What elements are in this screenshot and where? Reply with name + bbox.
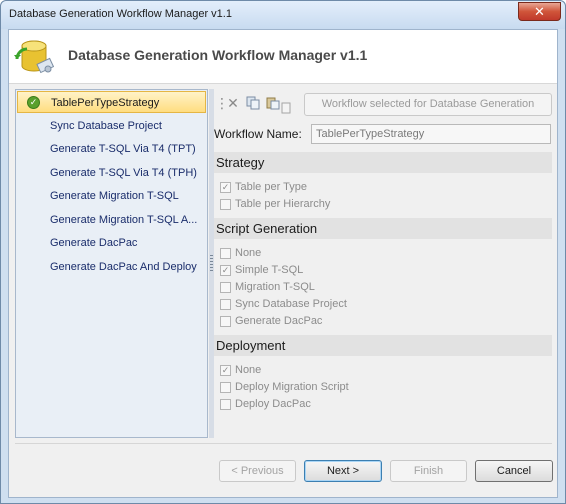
step-generate-dacpac[interactable]: Generate DacPac xyxy=(17,232,206,254)
step-label: Sync Database Project xyxy=(50,120,162,132)
database-icon xyxy=(14,40,54,74)
step-label: Generate T-SQL Via T4 (TPT) xyxy=(50,143,196,155)
check-icon: ✓ xyxy=(27,96,40,109)
deployment-none-checkbox[interactable]: ✓ None xyxy=(220,362,261,378)
script-sync-database-project-checkbox[interactable]: Sync Database Project xyxy=(220,296,347,312)
script-none-checkbox[interactable]: None xyxy=(220,245,261,261)
previous-button[interactable]: < Previous xyxy=(219,460,296,482)
step-table-per-type-strategy[interactable]: ✓ TablePerTypeStrategy xyxy=(17,91,206,113)
checkbox-label: Generate DacPac xyxy=(235,315,323,327)
step-generate-migration-tsql[interactable]: Generate Migration T-SQL xyxy=(17,185,206,207)
step-generate-migration-tsql-and-deploy[interactable]: Generate Migration T-SQL A... xyxy=(17,209,206,231)
checkbox-box xyxy=(220,298,231,310)
deployment-migration-script-checkbox[interactable]: Deploy Migration Script xyxy=(220,379,349,395)
step-generate-dacpac-and-deploy[interactable]: Generate DacPac And Deploy xyxy=(17,256,206,278)
checkbox-label: Deploy DacPac xyxy=(235,398,311,410)
step-label: Generate DacPac xyxy=(50,237,138,249)
step-generate-tsql-tpt[interactable]: Generate T-SQL Via T4 (TPT) xyxy=(17,138,206,160)
window-title: Database Generation Workflow Manager v1.… xyxy=(9,8,232,20)
checkbox-box xyxy=(220,281,231,293)
workflow-name-label: Workflow Name: xyxy=(214,127,302,141)
workflow-selected-button[interactable]: Workflow selected for Database Generatio… xyxy=(304,93,552,116)
checkbox-label: Simple T-SQL xyxy=(235,264,304,276)
checkbox-box: ✓ xyxy=(220,181,231,193)
dialog-window: Database Generation Workflow Manager v1.… xyxy=(0,0,566,504)
checkbox-box xyxy=(220,247,231,259)
workflow-name-field[interactable]: TablePerTypeStrategy xyxy=(311,124,551,144)
delete-icon[interactable]: ✕ xyxy=(225,95,241,111)
script-simple-tsql-checkbox[interactable]: ✓ Simple T-SQL xyxy=(220,262,303,278)
dialog-client: Database Generation Workflow Manager v1.… xyxy=(8,29,558,498)
checkbox-box xyxy=(220,398,231,410)
checkbox-box xyxy=(220,381,231,393)
step-label: Generate Migration T-SQL A... xyxy=(50,214,198,226)
step-label: Generate DacPac And Deploy xyxy=(50,261,197,273)
strategy-table-per-type-checkbox[interactable]: ✓ Table per Type xyxy=(220,179,307,195)
finish-button[interactable]: Finish xyxy=(390,460,467,482)
deployment-dacpac-checkbox[interactable]: Deploy DacPac xyxy=(220,396,311,412)
checkbox-label: Deploy Migration Script xyxy=(235,381,349,393)
next-button[interactable]: Next > xyxy=(304,460,382,482)
title-bar[interactable]: Database Generation Workflow Manager v1.… xyxy=(1,1,565,29)
header-title: Database Generation Workflow Manager v1.… xyxy=(68,47,368,63)
copy-icon[interactable] xyxy=(245,95,261,111)
checkbox-box xyxy=(220,315,231,327)
close-button[interactable]: ✕ xyxy=(518,2,561,21)
splitter-grip[interactable] xyxy=(210,255,213,273)
close-icon: ✕ xyxy=(534,3,545,19)
checkbox-label: Table per Type xyxy=(235,181,307,193)
checkbox-label: None xyxy=(235,364,262,376)
script-generate-dacpac-checkbox[interactable]: Generate DacPac xyxy=(220,313,322,329)
header-banner: Database Generation Workflow Manager v1.… xyxy=(9,30,557,84)
strategy-section-header: Strategy xyxy=(214,152,552,173)
checkbox-box: ✓ xyxy=(220,364,231,376)
step-label: Generate Migration T-SQL xyxy=(50,190,179,202)
deployment-section-header: Deployment xyxy=(214,335,552,356)
script-generation-section-header: Script Generation xyxy=(214,218,552,239)
checkbox-box: ✓ xyxy=(220,264,231,276)
step-label: Generate T-SQL Via T4 (TPH) xyxy=(50,167,197,179)
step-sync-database-project[interactable]: Sync Database Project xyxy=(17,115,206,137)
checkbox-label: None xyxy=(235,247,262,259)
checkbox-label: Sync Database Project xyxy=(235,298,347,310)
panel-splitter[interactable] xyxy=(209,89,214,438)
script-migration-tsql-checkbox[interactable]: Migration T-SQL xyxy=(220,279,315,295)
step-label: TablePerTypeStrategy xyxy=(51,97,160,109)
checkbox-label: Migration T-SQL xyxy=(235,281,315,293)
toolbar: ⋮ ✕ xyxy=(214,92,291,116)
paste-icon[interactable] xyxy=(265,95,281,111)
cancel-button[interactable]: Cancel xyxy=(475,460,553,482)
footer-divider xyxy=(15,443,552,444)
checkbox-label: Table per Hierarchy xyxy=(235,198,331,210)
step-generate-tsql-tph[interactable]: Generate T-SQL Via T4 (TPH) xyxy=(17,162,206,184)
checkbox-box xyxy=(220,198,231,210)
strategy-table-per-hierarchy-checkbox[interactable]: Table per Hierarchy xyxy=(220,196,330,212)
workflow-steps-list: ✓ TablePerTypeStrategy Sync Database Pro… xyxy=(15,89,208,438)
add-icon[interactable] xyxy=(281,100,291,116)
